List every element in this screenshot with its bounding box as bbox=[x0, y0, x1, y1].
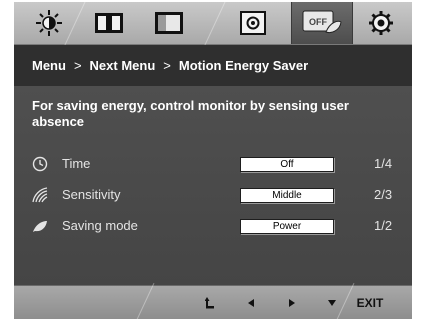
setting-row-time[interactable]: Time Off 1/4 bbox=[32, 155, 402, 173]
brightness-icon bbox=[36, 10, 62, 36]
contrast-icon bbox=[95, 13, 123, 33]
right-button[interactable] bbox=[281, 286, 303, 319]
breadcrumb-current: Motion Energy Saver bbox=[178, 58, 309, 73]
menu-tab-bar: OFF bbox=[14, 2, 412, 50]
setting-position-time: 1/4 bbox=[374, 156, 393, 171]
left-arrow-icon bbox=[248, 299, 254, 307]
tab-energy-saver[interactable]: OFF bbox=[291, 2, 353, 44]
breadcrumb: Menu > Next Menu > Motion Energy Saver bbox=[14, 45, 412, 86]
settings-panel: For saving energy, control monitor by se… bbox=[14, 86, 412, 285]
monitor-osd-menu: OFF Menu > Next Menu > Motion Energy Sav… bbox=[14, 2, 412, 319]
setting-row-saving-mode[interactable]: Saving mode Power 1/2 bbox=[32, 217, 402, 235]
breadcrumb-separator: > bbox=[73, 58, 82, 73]
setting-label-time: Time bbox=[62, 156, 91, 171]
setting-value-saving-mode[interactable]: Power bbox=[240, 219, 334, 234]
setting-position-sensitivity: 2/3 bbox=[374, 187, 393, 202]
breadcrumb-menu: Menu bbox=[32, 58, 66, 73]
bottom-navigation-bar: EXIT bbox=[14, 282, 412, 319]
setting-position-saving-mode: 1/2 bbox=[374, 218, 393, 233]
tab-contrast[interactable] bbox=[80, 2, 138, 44]
down-button[interactable] bbox=[321, 286, 343, 319]
tab-picture[interactable] bbox=[140, 2, 198, 44]
exit-button[interactable]: EXIT bbox=[350, 286, 390, 319]
record-icon bbox=[240, 11, 266, 35]
enter-button[interactable] bbox=[199, 286, 221, 319]
picture-icon bbox=[155, 12, 183, 34]
right-arrow-icon bbox=[289, 299, 295, 307]
leaf-icon bbox=[33, 221, 47, 232]
tab-record[interactable] bbox=[224, 2, 282, 44]
setting-row-sensitivity[interactable]: Sensitivity Middle 2/3 bbox=[32, 186, 402, 204]
breadcrumb-separator: > bbox=[163, 58, 171, 73]
settings-gear-icon bbox=[369, 11, 393, 35]
enter-icon bbox=[205, 297, 214, 309]
left-button[interactable] bbox=[240, 286, 262, 319]
tab-settings[interactable] bbox=[352, 2, 410, 44]
setting-label-sensitivity: Sensitivity bbox=[62, 187, 121, 202]
sensitivity-icon bbox=[32, 187, 48, 203]
energy-saver-icon: OFF bbox=[302, 10, 342, 33]
description-text: For saving energy, control monitor by se… bbox=[32, 98, 349, 129]
setting-value-sensitivity[interactable]: Middle bbox=[240, 188, 334, 203]
clock-icon bbox=[32, 156, 48, 172]
energy-saver-tab-label: OFF bbox=[309, 17, 327, 27]
tab-brightness[interactable] bbox=[20, 2, 78, 44]
setting-value-time[interactable]: Off bbox=[240, 157, 334, 172]
down-arrow-icon bbox=[328, 300, 336, 306]
breadcrumb-next-menu: Next Menu bbox=[89, 58, 156, 73]
setting-label-saving-mode: Saving mode bbox=[62, 218, 138, 233]
